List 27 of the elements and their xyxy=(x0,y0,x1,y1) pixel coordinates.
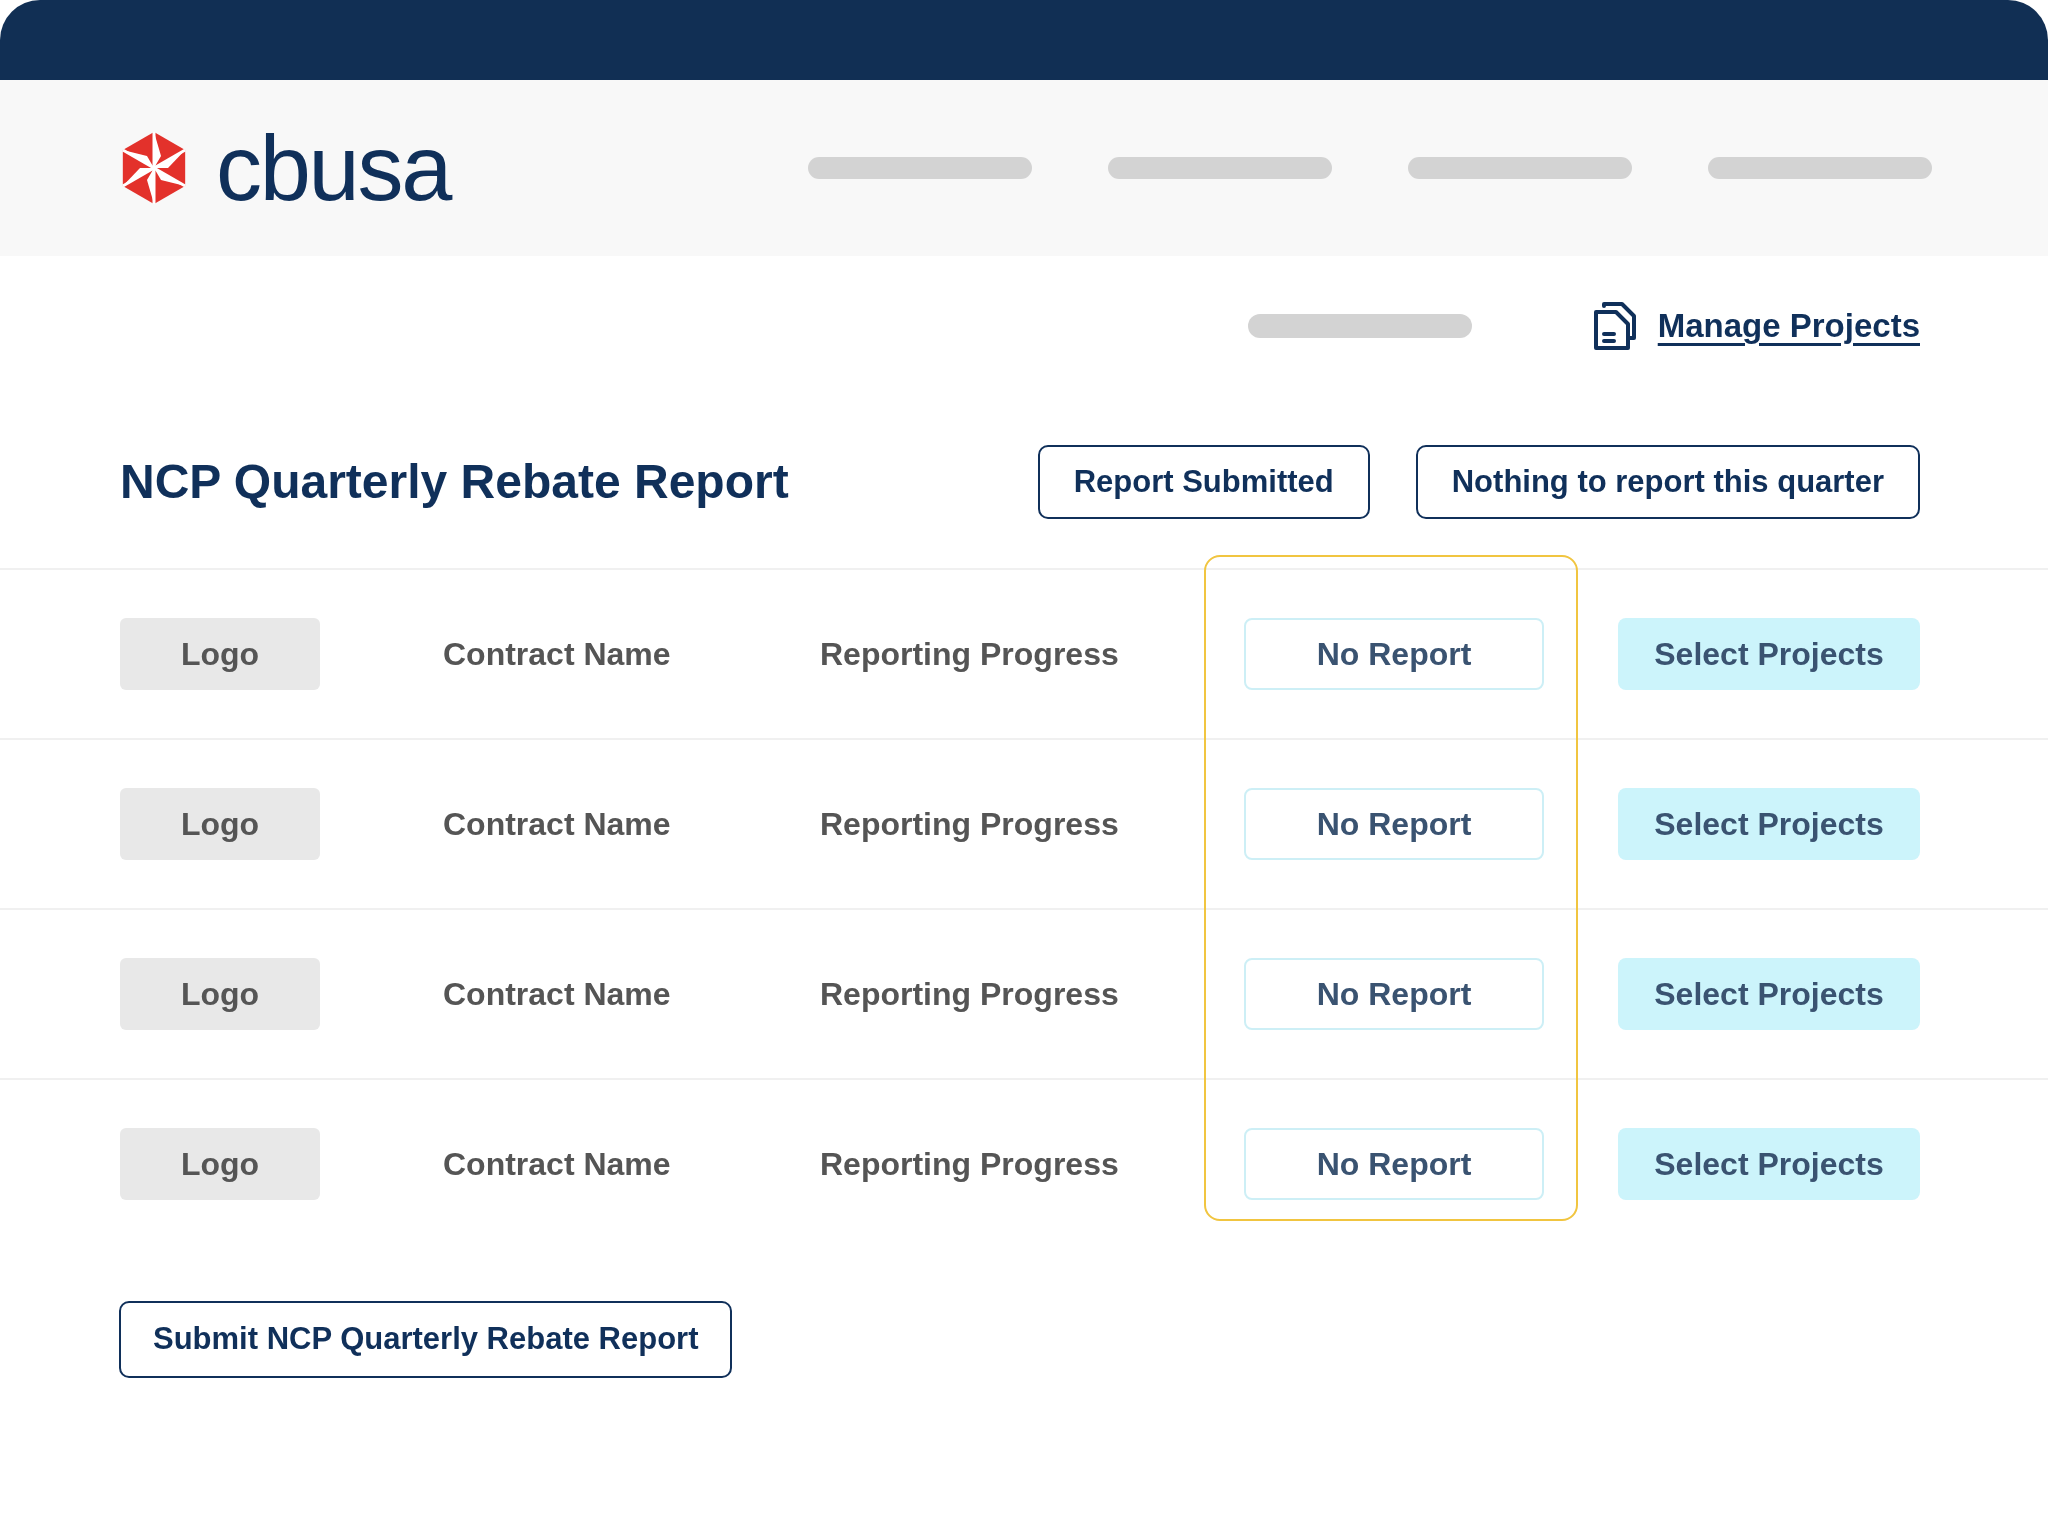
logo-chip: Logo xyxy=(120,958,320,1030)
no-report-button[interactable]: No Report xyxy=(1244,618,1544,690)
select-projects-button[interactable]: Select Projects xyxy=(1618,1128,1920,1200)
reporting-label: Reporting Progress xyxy=(820,975,1120,1014)
logo-chip: Logo xyxy=(120,1128,320,1200)
no-report-button[interactable]: No Report xyxy=(1244,788,1544,860)
manage-projects-link[interactable]: Manage Projects xyxy=(1657,301,1920,351)
submit-report-button[interactable]: Submit NCP Quarterly Rebate Report xyxy=(119,1301,733,1378)
select-projects-button[interactable]: Select Projects xyxy=(1618,618,1920,690)
reporting-label: Reporting Progress xyxy=(820,805,1120,844)
logo-chip: Logo xyxy=(120,618,320,690)
reporting-label: Reporting Progress xyxy=(820,635,1120,674)
report-status-button[interactable]: Report Submitted xyxy=(1037,445,1370,519)
contract-name: Contract Name xyxy=(443,1145,672,1184)
page-title: NCP Quarterly Rebate Report xyxy=(120,454,789,510)
contract-name: Contract Name xyxy=(443,805,672,844)
reporting-label: Reporting Progress xyxy=(820,1145,1120,1184)
documents-icon xyxy=(1591,300,1638,352)
contract-name: Contract Name xyxy=(443,975,672,1014)
report-status-button[interactable]: Nothing to report this quarter xyxy=(1415,445,1920,519)
logo-chip: Logo xyxy=(120,788,320,860)
logo-wordmark: cbusa xyxy=(216,122,450,214)
no-report-button[interactable]: No Report xyxy=(1244,1128,1544,1200)
select-projects-button[interactable]: Select Projects xyxy=(1618,958,1920,1030)
contract-name: Contract Name xyxy=(443,635,672,674)
select-projects-button[interactable]: Select Projects xyxy=(1618,788,1920,860)
no-report-button[interactable]: No Report xyxy=(1244,958,1544,1030)
